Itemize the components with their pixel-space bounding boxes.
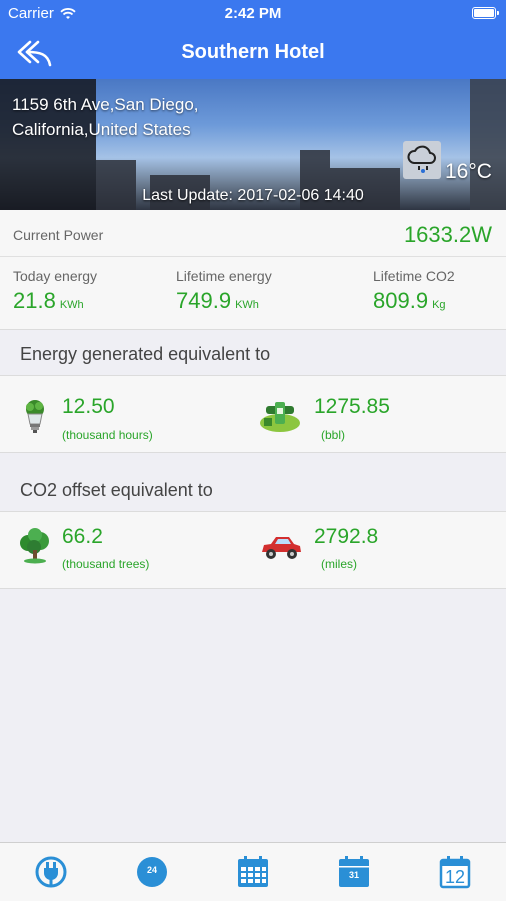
stat-label: Lifetime CO2 bbox=[373, 268, 455, 284]
stat-unit: Kg bbox=[432, 299, 446, 311]
tab-year[interactable]: 12 bbox=[437, 855, 473, 889]
equivalent-value: 12.50 bbox=[62, 395, 115, 418]
stat-lifetime-energy: Lifetime energy 749.9 KWh bbox=[176, 268, 272, 314]
weather-badge bbox=[403, 141, 441, 179]
navigation-bar: Southern Hotel bbox=[0, 28, 506, 79]
equivalent-unit: (miles) bbox=[321, 557, 357, 571]
co2-equivalent-header: CO2 offset equivalent to bbox=[0, 467, 506, 512]
energy-stats-row: Today energy 21.8 KWh Lifetime energy 749… bbox=[0, 257, 506, 330]
bottom-tab-bar: 24 31 12 bbox=[0, 842, 506, 901]
equivalent-value: 1275.85 bbox=[314, 395, 390, 418]
address-line-2: California,United States bbox=[12, 120, 191, 139]
last-update-label: Last Update: 2017-02-06 14:40 bbox=[142, 187, 364, 204]
stat-value: 21.8 KWh bbox=[13, 288, 97, 314]
cloud-rain-icon bbox=[407, 145, 436, 173]
plug-icon bbox=[35, 856, 67, 888]
tab-day[interactable]: 24 bbox=[134, 855, 170, 889]
tab-year-label: 12 bbox=[444, 867, 466, 887]
stat-unit: KWh bbox=[59, 299, 84, 311]
address-line-1: 1159 6th Ave,San Diego, bbox=[12, 95, 199, 114]
stat-value: 809.9 Kg bbox=[373, 288, 455, 314]
equivalent-unit: (bbl) bbox=[321, 428, 346, 442]
page-title: Southern Hotel bbox=[181, 41, 325, 63]
equivalent-car: 2792.8 (miles) bbox=[253, 512, 506, 588]
battery-icon bbox=[472, 7, 499, 19]
tree-icon bbox=[20, 528, 49, 564]
plant-address: 1159 6th Ave,San Diego, California,Unite… bbox=[12, 92, 272, 142]
equivalent-value: 66.2 bbox=[62, 525, 103, 548]
stat-number: 809.9 bbox=[373, 288, 429, 313]
equivalent-lightbulb: 12.50 (thousand hours) bbox=[0, 376, 250, 452]
tab-month[interactable]: 31 bbox=[336, 855, 372, 889]
car-icon bbox=[262, 537, 301, 559]
equivalent-unit: (thousand trees) bbox=[62, 557, 150, 571]
current-power-row: Current Power 1633.2W bbox=[0, 210, 506, 257]
stat-label: Lifetime energy bbox=[176, 268, 272, 284]
temperature: 16°C bbox=[445, 160, 492, 183]
stat-lifetime-co2: Lifetime CO2 809.9 Kg bbox=[373, 268, 455, 314]
equivalent-value: 2792.8 bbox=[314, 525, 379, 548]
energy-equivalent-row: 12.50 (thousand hours) 1275.85 (bbl) bbox=[0, 376, 506, 453]
tab-month-label: 31 bbox=[348, 870, 359, 880]
energy-equivalent-header: Energy generated equivalent to bbox=[0, 331, 506, 376]
clock: 2:42 PM bbox=[224, 5, 282, 22]
calendar-month-icon bbox=[238, 856, 268, 887]
status-bar: Carrier 2:42 PM bbox=[0, 0, 506, 28]
oil-pump-icon bbox=[260, 402, 300, 432]
stat-today-energy: Today energy 21.8 KWh bbox=[13, 268, 97, 314]
stat-unit: KWh bbox=[235, 299, 259, 311]
current-power-value: 1633.2W bbox=[403, 222, 492, 247]
tab-week[interactable] bbox=[235, 855, 271, 889]
equivalent-unit: (thousand hours) bbox=[62, 428, 153, 442]
tab-day-label: 24 bbox=[146, 865, 157, 875]
lightbulb-icon bbox=[26, 400, 44, 433]
current-power-label: Current Power bbox=[13, 227, 104, 243]
section-title: CO2 offset equivalent to bbox=[20, 480, 213, 500]
stat-number: 21.8 bbox=[13, 288, 56, 313]
stat-value: 749.9 KWh bbox=[176, 288, 272, 314]
section-title: Energy generated equivalent to bbox=[20, 344, 271, 364]
equivalent-trees: 66.2 (thousand trees) bbox=[0, 512, 250, 588]
tab-realtime[interactable] bbox=[33, 855, 69, 889]
equivalent-oil: 1275.85 (bbl) bbox=[253, 376, 506, 452]
co2-equivalent-row: 66.2 (thousand trees) 2792.8 (miles) bbox=[0, 512, 506, 589]
stat-label: Today energy bbox=[13, 268, 98, 284]
stat-number: 749.9 bbox=[176, 288, 232, 313]
